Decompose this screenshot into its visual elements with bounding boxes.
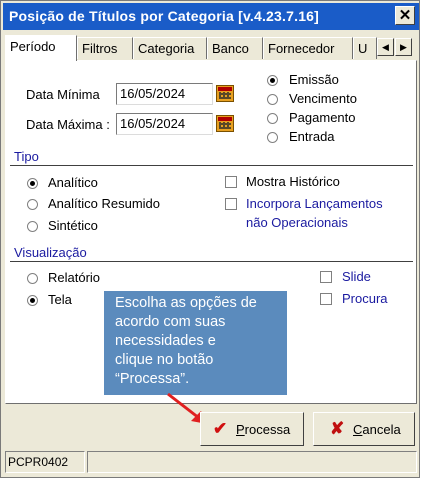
radio-vencimento[interactable] <box>267 94 278 105</box>
radio-tela[interactable] <box>27 295 38 306</box>
radio-analitico[interactable] <box>27 178 38 189</box>
processa-label: Processa <box>236 422 291 437</box>
radio-pagamento-label[interactable]: Pagamento <box>289 110 356 125</box>
arrow-left-icon: ◀ <box>382 42 389 52</box>
tab-scroll-left-button[interactable]: ◀ <box>377 38 394 56</box>
instruction-callout: Escolha as opções de acordo com suas nec… <box>104 291 287 395</box>
radio-sintetico[interactable] <box>27 221 38 232</box>
tipo-section-title: Tipo <box>14 149 39 164</box>
checkmark-icon: ✔ <box>213 419 228 438</box>
mostra-historico-label[interactable]: Mostra Histórico <box>246 174 340 189</box>
mostra-historico-checkbox[interactable] <box>225 176 237 188</box>
data-maxima-calendar-button[interactable] <box>216 115 234 132</box>
title-bar[interactable]: Posição de Títulos por Categoria [v.4.23… <box>3 3 419 30</box>
incorpora-lancamentos-checkbox[interactable] <box>225 198 237 210</box>
tab-u[interactable]: U <box>353 37 377 59</box>
cancel-x-icon: ✘ <box>330 419 345 438</box>
incorpora-lancamentos-label-line2[interactable]: não Operacionais <box>246 215 348 230</box>
close-button[interactable]: ✕ <box>395 6 415 25</box>
arrow-right-icon: ▶ <box>400 42 407 52</box>
calendar-icon <box>219 92 231 99</box>
tab-categoria[interactable]: Categoria <box>133 37 207 59</box>
tab-scroll-right-button[interactable]: ▶ <box>395 38 412 56</box>
data-maxima-label: Data Máxima : <box>26 117 110 132</box>
procura-label[interactable]: Procura <box>342 291 388 306</box>
data-maxima-input[interactable]: 16/05/2024 <box>116 113 213 135</box>
status-code: PCPR0402 <box>5 451 85 473</box>
slide-checkbox[interactable] <box>320 271 332 283</box>
radio-relatorio-label[interactable]: Relatório <box>48 270 100 285</box>
close-icon: ✕ <box>398 7 412 24</box>
instruction-line: clique no botão <box>115 352 214 368</box>
radio-analitico-resumido[interactable] <box>27 199 38 210</box>
radio-entrada[interactable] <box>267 132 278 143</box>
radio-relatorio[interactable] <box>27 273 38 284</box>
radio-analitico-resumido-label[interactable]: Analítico Resumido <box>48 196 160 211</box>
incorpora-lancamentos-label-line1[interactable]: Incorpora Lançamentos <box>246 196 383 211</box>
cancela-button[interactable]: ✘ Cancela <box>313 412 415 446</box>
radio-vencimento-label[interactable]: Vencimento <box>289 91 357 106</box>
tab-filtros[interactable]: Filtros <box>77 37 133 59</box>
procura-checkbox[interactable] <box>320 293 332 305</box>
instruction-line: acordo com suas <box>115 314 226 330</box>
radio-tela-label[interactable]: Tela <box>48 292 72 307</box>
radio-sintetico-label[interactable]: Sintético <box>48 218 98 233</box>
tipo-divider <box>10 165 413 167</box>
radio-emissao-label[interactable]: Emissão <box>289 72 339 87</box>
tab-banco[interactable]: Banco <box>207 37 263 59</box>
data-minima-input[interactable]: 16/05/2024 <box>116 83 213 105</box>
tab-periodo[interactable]: Período <box>5 35 77 61</box>
data-minima-calendar-button[interactable] <box>216 85 234 102</box>
calendar-icon <box>219 122 231 129</box>
radio-pagamento[interactable] <box>267 113 278 124</box>
status-bar: PCPR0402 <box>5 451 417 475</box>
instruction-line: “Processa”. <box>115 371 190 387</box>
cancela-label: Cancela <box>353 422 401 437</box>
processa-button[interactable]: ✔ Processa <box>200 412 304 446</box>
dialog-window: Posição de Títulos por Categoria [v.4.23… <box>0 0 420 478</box>
data-minima-label: Data Mínima <box>26 87 100 102</box>
instruction-line: necessidades e <box>115 333 216 349</box>
radio-entrada-label[interactable]: Entrada <box>289 129 335 144</box>
radio-analitico-label[interactable]: Analítico <box>48 175 98 190</box>
slide-label[interactable]: Slide <box>342 269 371 284</box>
tab-strip: Período Filtros Categoria Banco Forneced… <box>5 35 417 61</box>
radio-emissao[interactable] <box>267 75 278 86</box>
window-title: Posição de Títulos por Categoria [v.4.23… <box>9 8 320 24</box>
instruction-line: Escolha as opções de <box>115 295 257 311</box>
visualizacao-section-title: Visualização <box>14 245 87 260</box>
status-message <box>87 451 417 473</box>
tab-fornecedor[interactable]: Fornecedor <box>263 37 353 59</box>
visualizacao-divider <box>10 261 413 263</box>
